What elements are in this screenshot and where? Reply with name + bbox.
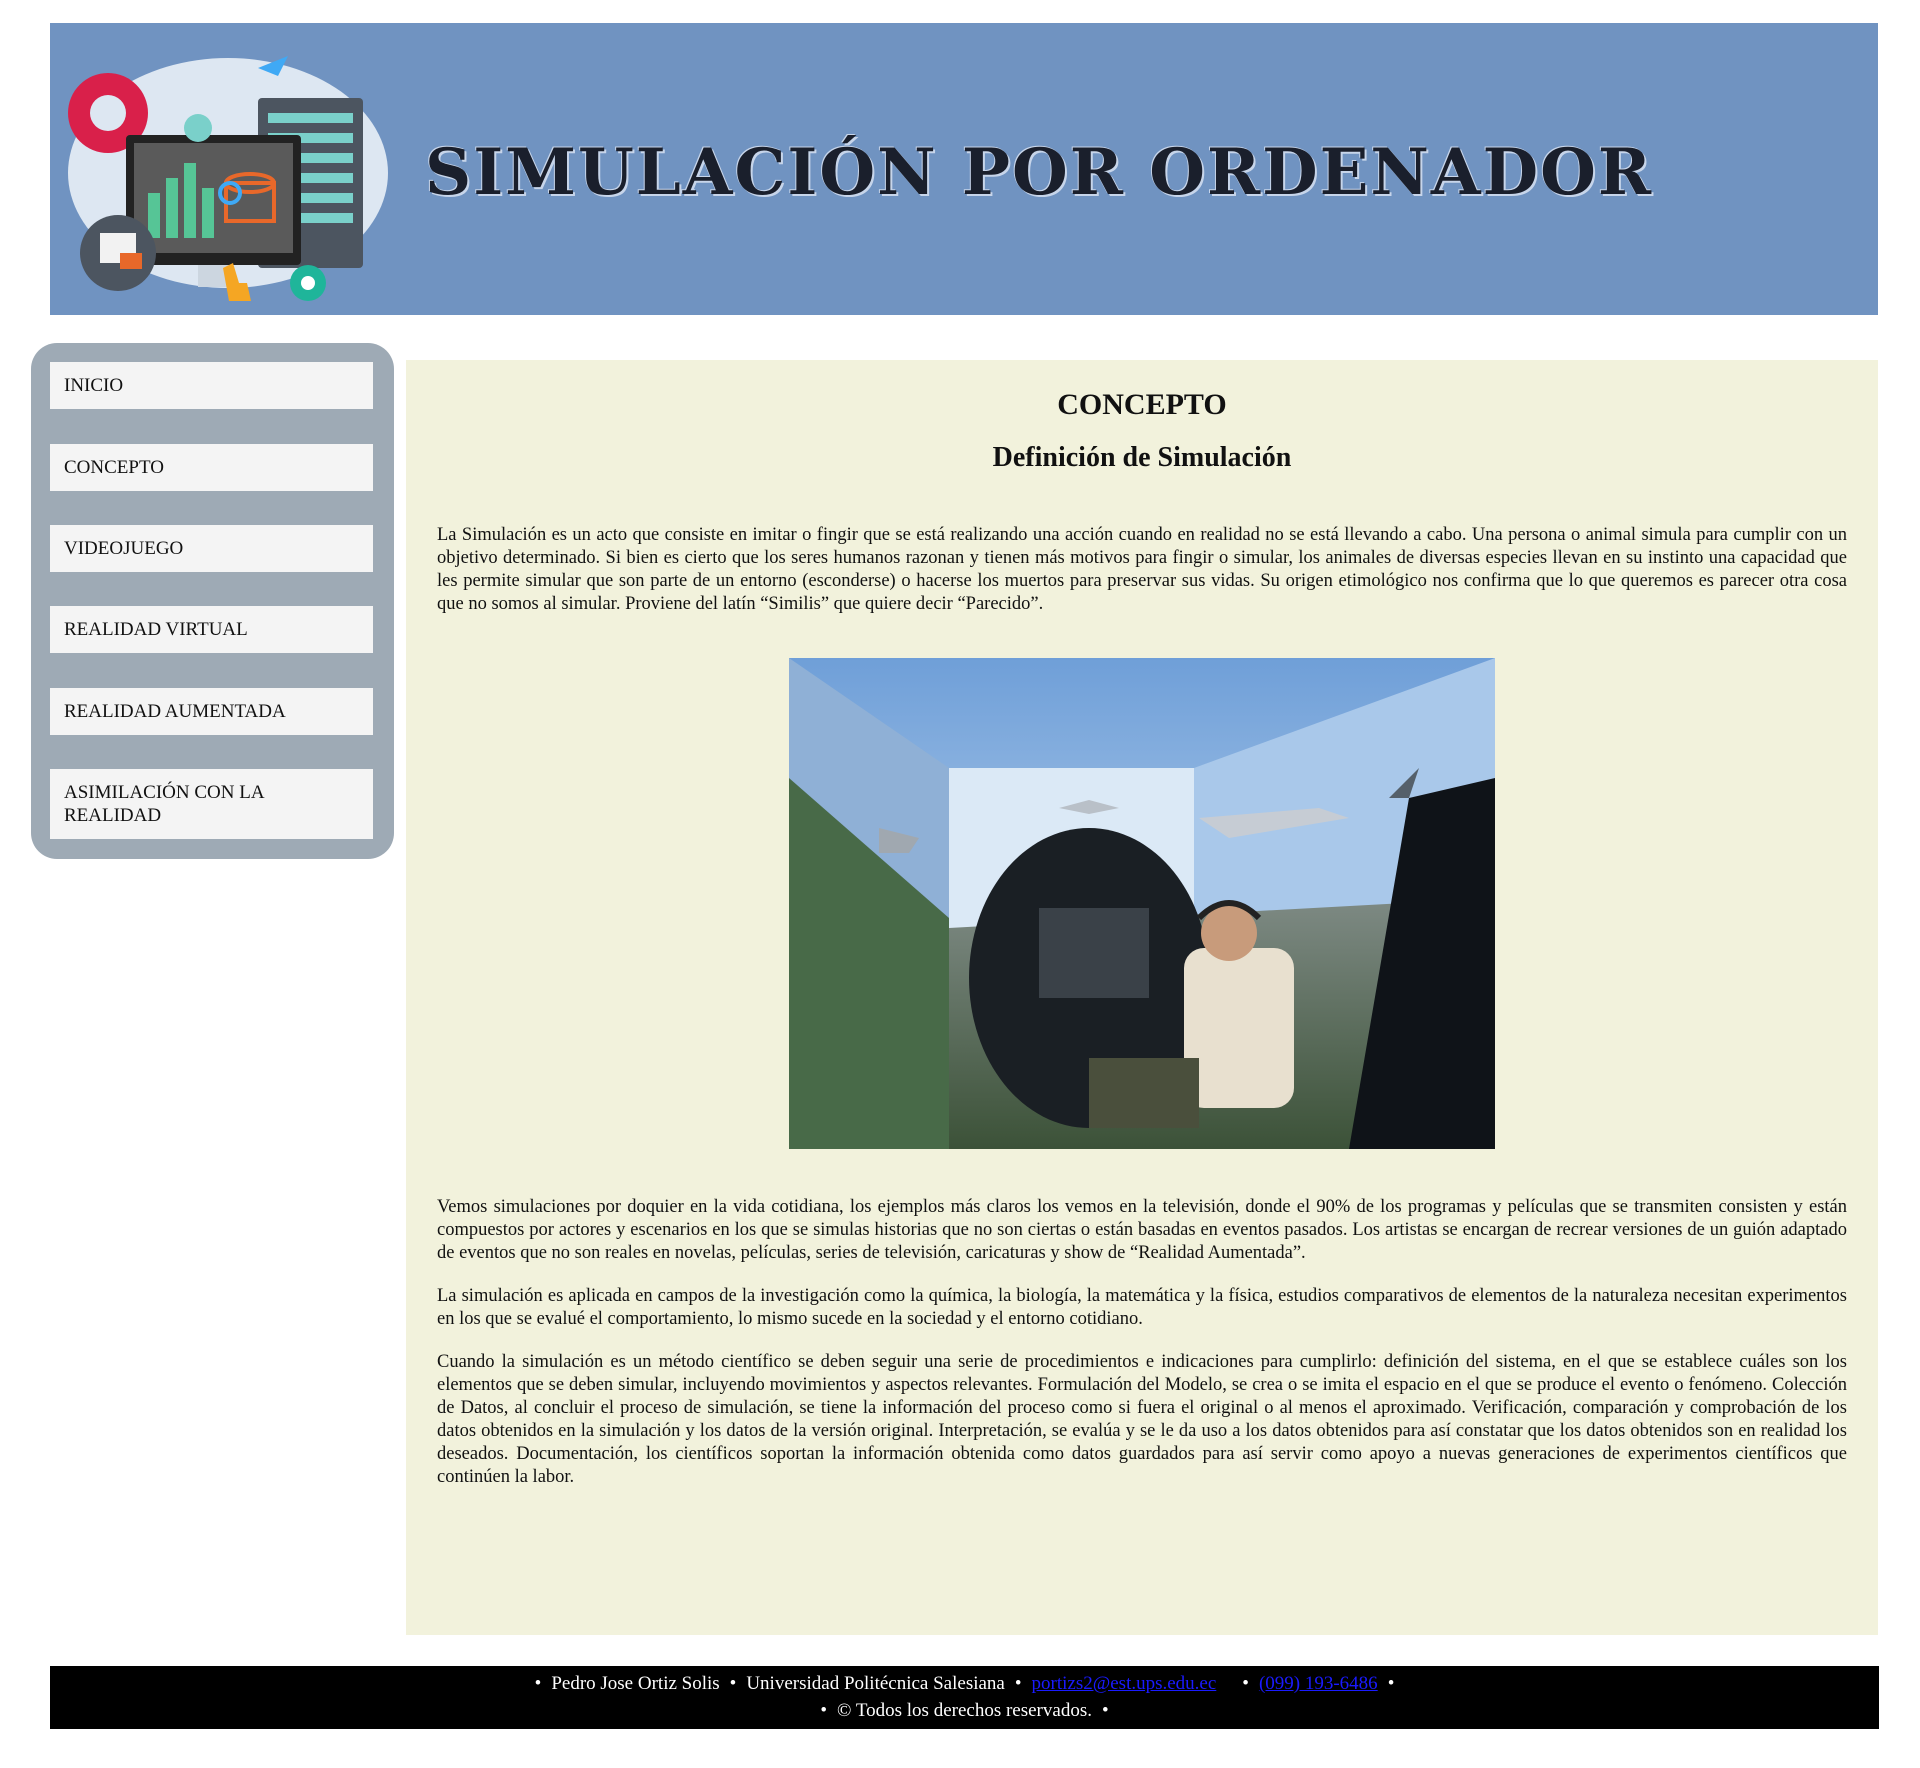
bullet-separator: • bbox=[1014, 1673, 1022, 1694]
university-name: Universidad Politécnica Salesiana bbox=[746, 1673, 1005, 1694]
flight-simulator-image bbox=[789, 658, 1495, 1149]
bullet-separator: • bbox=[820, 1700, 828, 1721]
site-title: SIMULACIÓN POR ORDENADOR bbox=[424, 135, 1654, 210]
footer-line-1: • Pedro Jose Ortiz Solis • Universidad Poli… bbox=[50, 1670, 1879, 1697]
nav-item-asimilacion[interactable]: ASIMILACIÓN CON LA REALIDAD bbox=[50, 769, 373, 839]
phone-link[interactable]: (099) 193-6486 bbox=[1259, 1673, 1378, 1694]
author-name: Pedro Jose Ortiz Solis bbox=[551, 1673, 720, 1694]
nav-item-realidad-virtual[interactable]: REALIDAD VIRTUAL bbox=[50, 606, 373, 653]
main-content: CONCEPTO Definición de Simulación La Sim… bbox=[406, 360, 1878, 1635]
bullet-separator: • bbox=[729, 1673, 737, 1694]
sidebar-nav: INICIO CONCEPTO VIDEOJUEGO REALIDAD VIRT… bbox=[31, 343, 394, 859]
bullet-separator: • bbox=[1387, 1673, 1395, 1694]
page-subheading: Definición de Simulación bbox=[992, 442, 1292, 473]
bullet-separator: • bbox=[534, 1673, 542, 1694]
nav-item-realidad-aumentada[interactable]: REALIDAD AUMENTADA bbox=[50, 688, 373, 735]
paragraph-examples: Vemos simulaciones por doquier en la vid… bbox=[437, 1197, 1847, 1263]
nav-item-inicio[interactable]: INICIO bbox=[50, 362, 373, 409]
bullet-separator: • bbox=[1101, 1700, 1109, 1721]
nav-item-concepto[interactable]: CONCEPTO bbox=[50, 444, 373, 491]
bullet-separator: • bbox=[1242, 1673, 1249, 1694]
footer-line-2: • © Todos los derechos reservados. • bbox=[50, 1697, 1879, 1724]
copyright-text: © Todos los derechos reservados. bbox=[837, 1700, 1092, 1721]
paragraph-method: Cuando la simulación es un método cientí… bbox=[437, 1352, 1847, 1487]
email-link[interactable]: portizs2@est.ups.edu.ec bbox=[1032, 1673, 1217, 1694]
paragraph-research: La simulación es aplicada en campos de l… bbox=[437, 1286, 1847, 1329]
page-heading: CONCEPTO bbox=[1057, 388, 1227, 421]
site-header: SIMULACIÓN POR ORDENADOR bbox=[50, 23, 1878, 315]
site-footer: • Pedro Jose Ortiz Solis • Universidad Poli… bbox=[50, 1666, 1879, 1729]
nav-item-videojuego[interactable]: VIDEOJUEGO bbox=[50, 525, 373, 572]
paragraph-intro: La Simulación es un acto que consiste en… bbox=[437, 525, 1847, 614]
